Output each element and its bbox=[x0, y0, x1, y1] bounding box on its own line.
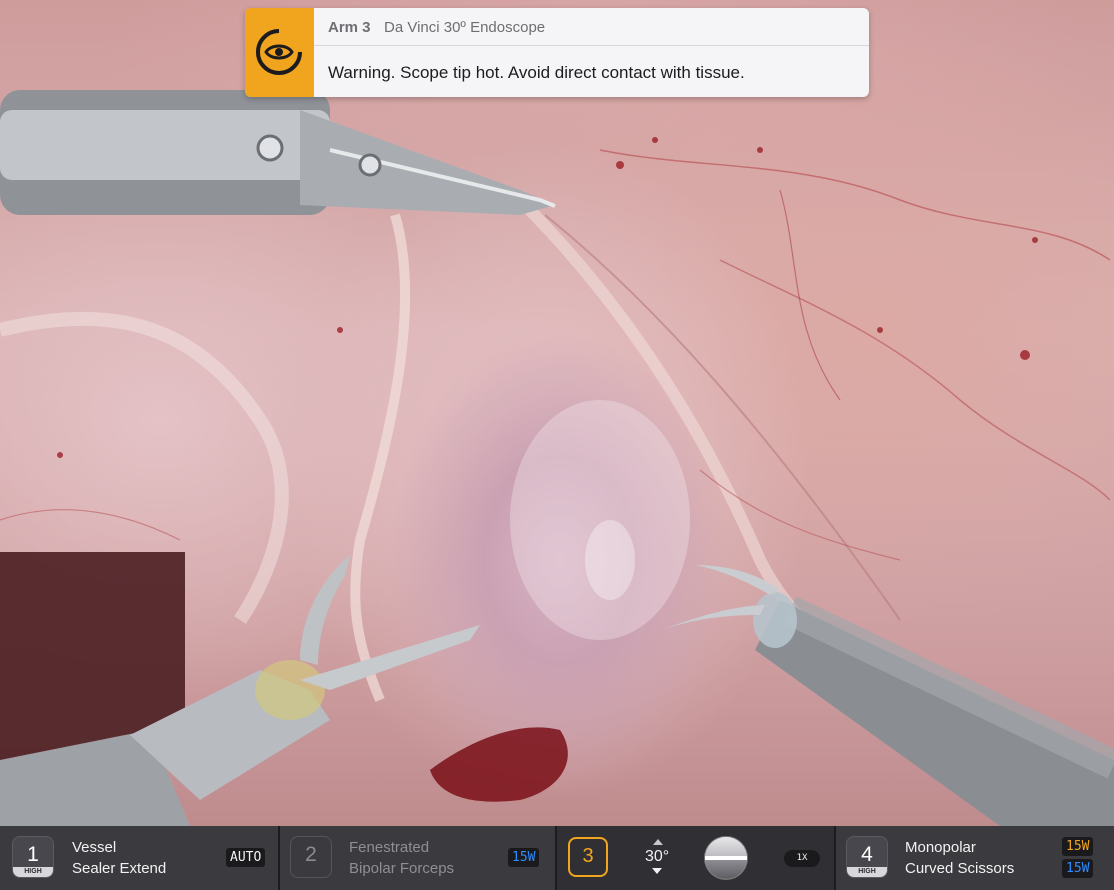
instrument-status-bar: 1 HIGH Vessel Sealer Extend AUTO 2 Fenes… bbox=[0, 826, 1114, 890]
instrument-name-line2: Curved Scissors bbox=[905, 860, 1015, 877]
energy-power-tag: 15W bbox=[508, 848, 540, 867]
camera-arm-number: 3 bbox=[582, 845, 594, 867]
camera-arm-button[interactable]: 3 bbox=[568, 837, 608, 877]
surgical-console-screen: Arm 3 Da Vinci 30º Endoscope Warning. Sc… bbox=[0, 0, 1114, 890]
notification-header: Arm 3 Da Vinci 30º Endoscope bbox=[314, 8, 869, 46]
cut-power-tag: 15W bbox=[1062, 837, 1094, 856]
arm-number: 4 bbox=[861, 843, 873, 866]
instrument-name-line1: Monopolar bbox=[905, 839, 976, 856]
energy-level-label: HIGH bbox=[847, 867, 887, 877]
vessel-sealer-instrument bbox=[0, 90, 556, 215]
arm-number: 1 bbox=[27, 843, 39, 866]
device-name: Da Vinci 30º Endoscope bbox=[384, 19, 546, 36]
scope-warning-notification: Arm 3 Da Vinci 30º Endoscope Warning. Sc… bbox=[245, 8, 869, 97]
scope-angle: 30° bbox=[645, 848, 670, 865]
instrument-name-line2: Sealer Extend bbox=[72, 860, 167, 877]
instrument-slot-2[interactable]: 2 Fenestrated Bipolar Forceps 15W bbox=[280, 826, 557, 890]
instrument-name-line1: Vessel bbox=[72, 839, 117, 856]
instrument-slot-4[interactable]: 4 HIGH Monopolar Curved Scissors 15W 15W bbox=[836, 826, 1114, 890]
arm-number-badge: 2 bbox=[290, 836, 332, 878]
angle-up-icon[interactable] bbox=[653, 839, 663, 845]
surgical-scene-illustration bbox=[0, 90, 1114, 826]
eye-icon bbox=[256, 28, 303, 75]
angle-down-icon[interactable] bbox=[652, 868, 662, 874]
coag-power-tag: 15W bbox=[1062, 859, 1094, 878]
arm-number-badge: 4 HIGH bbox=[846, 836, 888, 878]
instrument-name-line1: Fenestrated bbox=[349, 839, 430, 856]
endoscope-video-feed bbox=[0, 0, 1114, 826]
warning-message: Warning. Scope tip hot. Avoid direct con… bbox=[328, 63, 745, 82]
zoom-level[interactable]: 1X bbox=[784, 850, 820, 867]
arm-label: Arm 3 bbox=[328, 19, 371, 36]
instrument-name-line2: Bipolar Forceps bbox=[349, 860, 455, 877]
notification-badge bbox=[245, 8, 314, 97]
instrument-slot-1[interactable]: 1 HIGH Vessel Sealer Extend AUTO bbox=[0, 826, 280, 890]
energy-mode-tag: AUTO bbox=[226, 848, 266, 867]
arm-number-badge: 1 HIGH bbox=[12, 836, 54, 878]
arm-number: 2 bbox=[305, 843, 317, 866]
energy-level-label: HIGH bbox=[13, 867, 53, 877]
horizon-indicator-icon bbox=[705, 837, 747, 879]
